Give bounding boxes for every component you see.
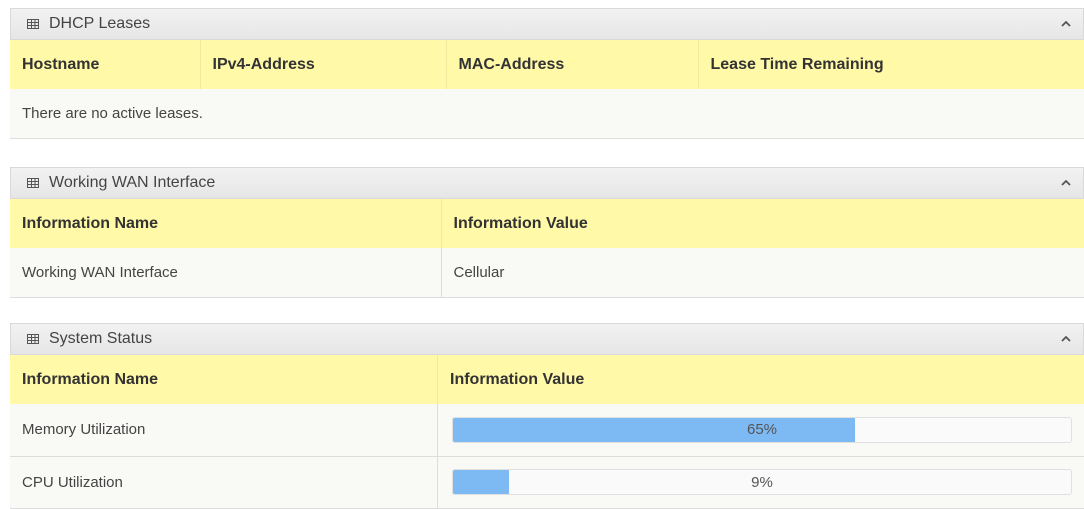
system-status-table: Information Name Information Value Memor… <box>10 355 1084 509</box>
chevron-up-icon[interactable] <box>1059 176 1073 190</box>
chevron-up-icon[interactable] <box>1059 17 1073 31</box>
panel-title: Working WAN Interface <box>49 174 215 192</box>
info-value-cell: Cellular <box>441 248 1084 297</box>
info-value-cell: 9% <box>438 456 1084 508</box>
table-header-row: Information Name Information Value <box>10 355 1084 404</box>
memory-progress-label: 65% <box>453 418 1071 442</box>
system-status-panel: System Status Information Name Informati… <box>10 323 1084 509</box>
column-header-ipv4: IPv4-Address <box>200 40 446 89</box>
dhcp-leases-panel: DHCP Leases Hostname IPv4-Address MAC-Ad… <box>10 8 1084 139</box>
table-row: Memory Utilization 65% <box>10 404 1084 456</box>
working-wan-panel-header[interactable]: Working WAN Interface <box>10 167 1084 199</box>
cpu-progress-bar: 9% <box>452 469 1072 495</box>
column-header-lease-time: Lease Time Remaining <box>698 40 1084 89</box>
dhcp-leases-panel-header[interactable]: DHCP Leases <box>10 8 1084 40</box>
table-row: Working WAN Interface Cellular <box>10 248 1084 297</box>
memory-progress-bar: 65% <box>452 417 1072 443</box>
empty-message: There are no active leases. <box>10 89 1084 138</box>
column-header-hostname: Hostname <box>10 40 200 89</box>
table-row: There are no active leases. <box>10 89 1084 138</box>
column-header-information-name: Information Name <box>10 355 438 404</box>
panel-title: DHCP Leases <box>49 15 150 33</box>
table-grid-icon <box>27 334 39 344</box>
info-name-cell: Memory Utilization <box>10 404 438 456</box>
table-grid-icon <box>27 19 39 29</box>
table-row: CPU Utilization 9% <box>10 456 1084 508</box>
info-value-cell: 65% <box>438 404 1084 456</box>
cpu-progress-label: 9% <box>453 470 1071 494</box>
table-grid-icon <box>27 178 39 188</box>
table-header-row: Information Name Information Value <box>10 199 1084 248</box>
column-header-information-value: Information Value <box>441 199 1084 248</box>
system-status-panel-header[interactable]: System Status <box>10 323 1084 355</box>
panel-title: System Status <box>49 330 152 348</box>
column-header-information-value: Information Value <box>438 355 1084 404</box>
chevron-up-icon[interactable] <box>1059 332 1073 346</box>
working-wan-panel: Working WAN Interface Information Name I… <box>10 167 1084 298</box>
info-name-cell: Working WAN Interface <box>10 248 441 297</box>
column-header-mac: MAC-Address <box>446 40 698 89</box>
working-wan-table: Information Name Information Value Worki… <box>10 199 1084 298</box>
dhcp-leases-table: Hostname IPv4-Address MAC-Address Lease … <box>10 40 1084 139</box>
column-header-information-name: Information Name <box>10 199 441 248</box>
table-header-row: Hostname IPv4-Address MAC-Address Lease … <box>10 40 1084 89</box>
info-name-cell: CPU Utilization <box>10 456 438 508</box>
